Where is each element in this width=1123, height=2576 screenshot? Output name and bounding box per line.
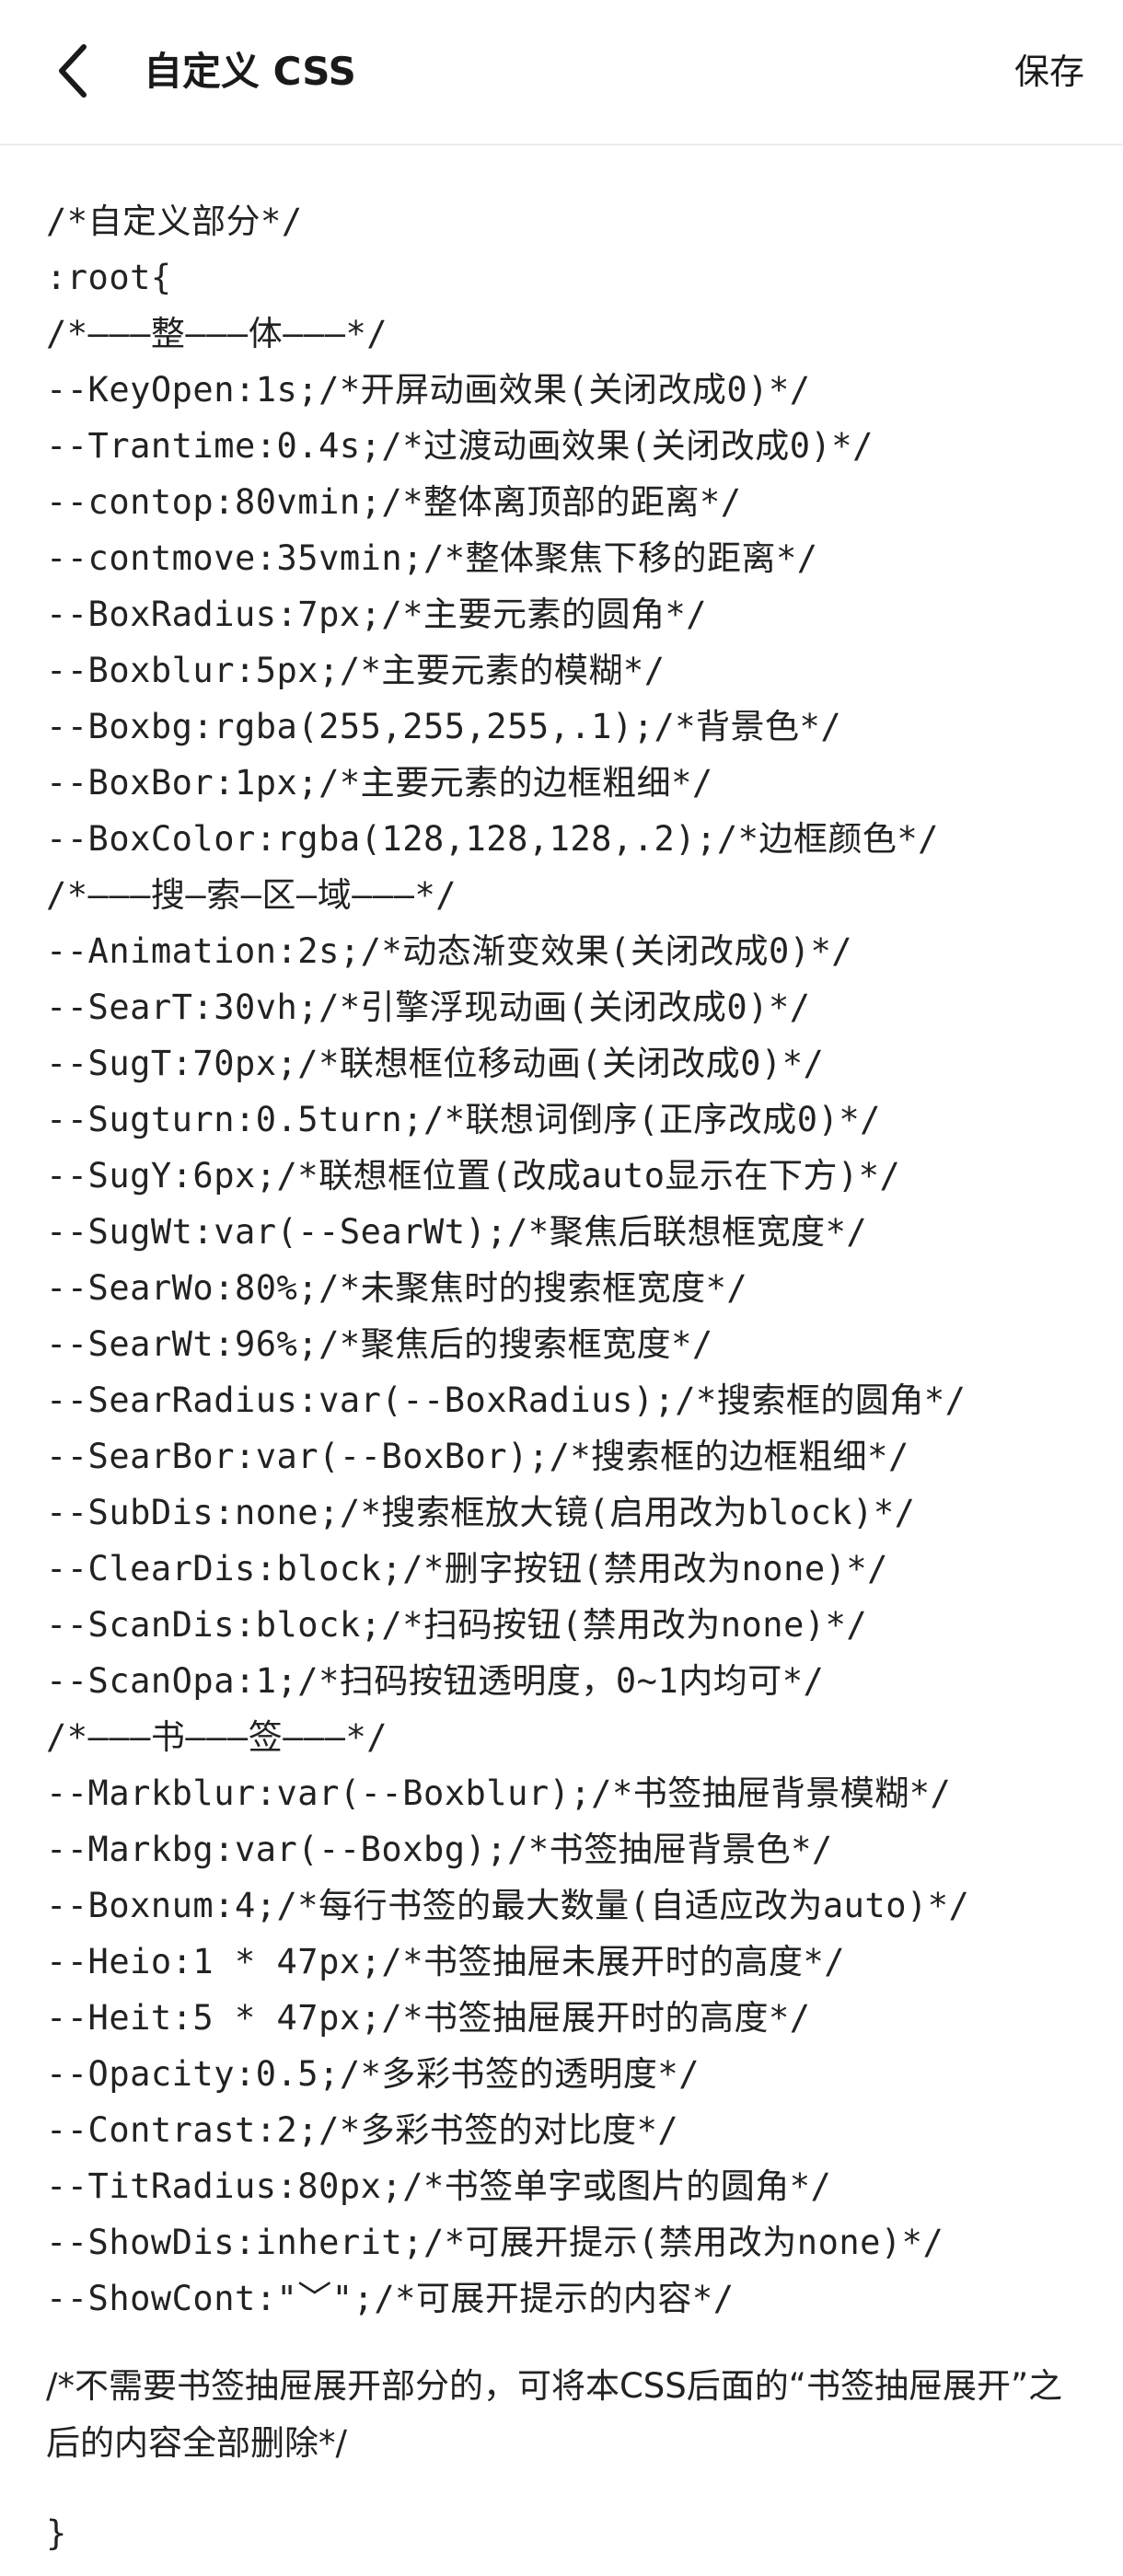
code-line: --TitRadius:80px;/*书签单字或图片的圆角*/	[46, 2166, 832, 2206]
code-line: --SugT:70px;/*联想框位移动画(关闭改成0)*/	[46, 1044, 825, 1083]
code-line: --ShowDis:inherit;/*可展开提示(禁用改为none)*/	[46, 2223, 944, 2262]
code-line: --Markbg:var(--Boxbg);/*书签抽屉背景色*/	[46, 1830, 833, 1869]
code-line: /*———书———签———*/	[46, 1717, 388, 1757]
code-line: --BoxColor:rgba(128,128,128,.2);/*边框颜色*/	[46, 819, 939, 859]
code-line: --SugY:6px;/*联想框位置(改成auto显示在下方)*/	[46, 1156, 901, 1196]
css-code-editor[interactable]: /*自定义部分*/ :root{ /*———整———体———*/ --KeyOpen:…	[46, 193, 1086, 2561]
code-closing-brace: }	[46, 2513, 67, 2553]
code-line: --contmove:35vmin;/*整体聚焦下移的距离*/	[46, 538, 818, 578]
code-line: --Heit:5 * 47px;/*书签抽屉展开时的高度*/	[46, 1998, 811, 2038]
code-line: --BoxRadius:7px;/*主要元素的圆角*/	[46, 595, 708, 634]
code-line: --SearBor:var(--BoxBor);/*搜索框的边框粗细*/	[46, 1437, 909, 1476]
code-line: --Opacity:0.5;/*多彩书签的透明度*/	[46, 2054, 700, 2094]
code-line: --contop:80vmin;/*整体离顶部的距离*/	[46, 482, 742, 522]
code-line: --ScanDis:block;/*扫码按钮(禁用改为none)*/	[46, 1605, 868, 1645]
code-line: --Markblur:var(--Boxblur);/*书签抽屉背景模糊*/	[46, 1773, 952, 1813]
code-line: --Boxblur:5px;/*主要元素的模糊*/	[46, 651, 666, 690]
code-line: --ClearDis:block;/*删字按钮(禁用改为none)*/	[46, 1549, 888, 1588]
code-lines: /*自定义部分*/ :root{ /*———整———体———*/ --KeyOpen:…	[46, 193, 1086, 2327]
code-line: /*———整———体———*/	[46, 314, 388, 353]
code-line: --ScanOpa:1;/*扫码按钮透明度，0~1内均可*/	[46, 1661, 825, 1701]
code-line: --Animation:2s;/*动态渐变效果(关闭改成0)*/	[46, 931, 853, 971]
code-line: --Heio:1 * 47px;/*书签抽屉未展开时的高度*/	[46, 1942, 846, 1981]
code-line: :root{	[46, 258, 172, 297]
top-app-bar: 自定义 CSS 保存	[0, 0, 1123, 145]
code-line: /*自定义部分*/	[46, 202, 303, 241]
save-button[interactable]: 保存	[1014, 42, 1084, 101]
code-line: /*———搜—索—区—域———*/	[46, 875, 457, 915]
code-line: --ShowCont:"﹀";/*可展开提示的内容*/	[46, 2279, 735, 2318]
chevron-left-icon	[54, 41, 91, 100]
code-comment-note: /*不需要书签抽屉展开部分的，可将本CSS后面的“书签抽屉展开”之后的内容全部删…	[46, 2366, 1063, 2463]
code-line: --SearRadius:var(--BoxRadius);/*搜索框的圆角*/	[46, 1380, 967, 1420]
code-line: --SugWt:var(--SearWt);/*聚焦后联想框宽度*/	[46, 1212, 868, 1252]
code-line: --Contrast:2;/*多彩书签的对比度*/	[46, 2110, 679, 2150]
code-line: --SearWt:96%;/*聚焦后的搜索框宽度*/	[46, 1324, 713, 1364]
code-line: --KeyOpen:1s;/*开屏动画效果(关闭改成0)*/	[46, 370, 811, 410]
code-line: --SearT:30vh;/*引擎浮现动画(关闭改成0)*/	[46, 988, 811, 1027]
code-line: --SearWo:80%;/*未聚焦时的搜索框宽度*/	[46, 1268, 748, 1308]
code-line: --Sugturn:0.5turn;/*联想词倒序(正序改成0)*/	[46, 1100, 881, 1139]
page-title: 自定义 CSS	[144, 49, 356, 94]
code-line: --Boxnum:4;/*每行书签的最大数量(自适应改为auto)*/	[46, 1886, 970, 1925]
code-line: --Trantime:0.4s;/*过渡动画效果(关闭改成0)*/	[46, 426, 874, 466]
code-line: --BoxBor:1px;/*主要元素的边框粗细*/	[46, 763, 713, 803]
back-button[interactable]	[41, 39, 105, 103]
code-line: --Boxbg:rgba(255,255,255,.1);/*背景色*/	[46, 707, 842, 746]
code-line: --SubDis:none;/*搜索框放大镜(启用改为block)*/	[46, 1493, 916, 1532]
